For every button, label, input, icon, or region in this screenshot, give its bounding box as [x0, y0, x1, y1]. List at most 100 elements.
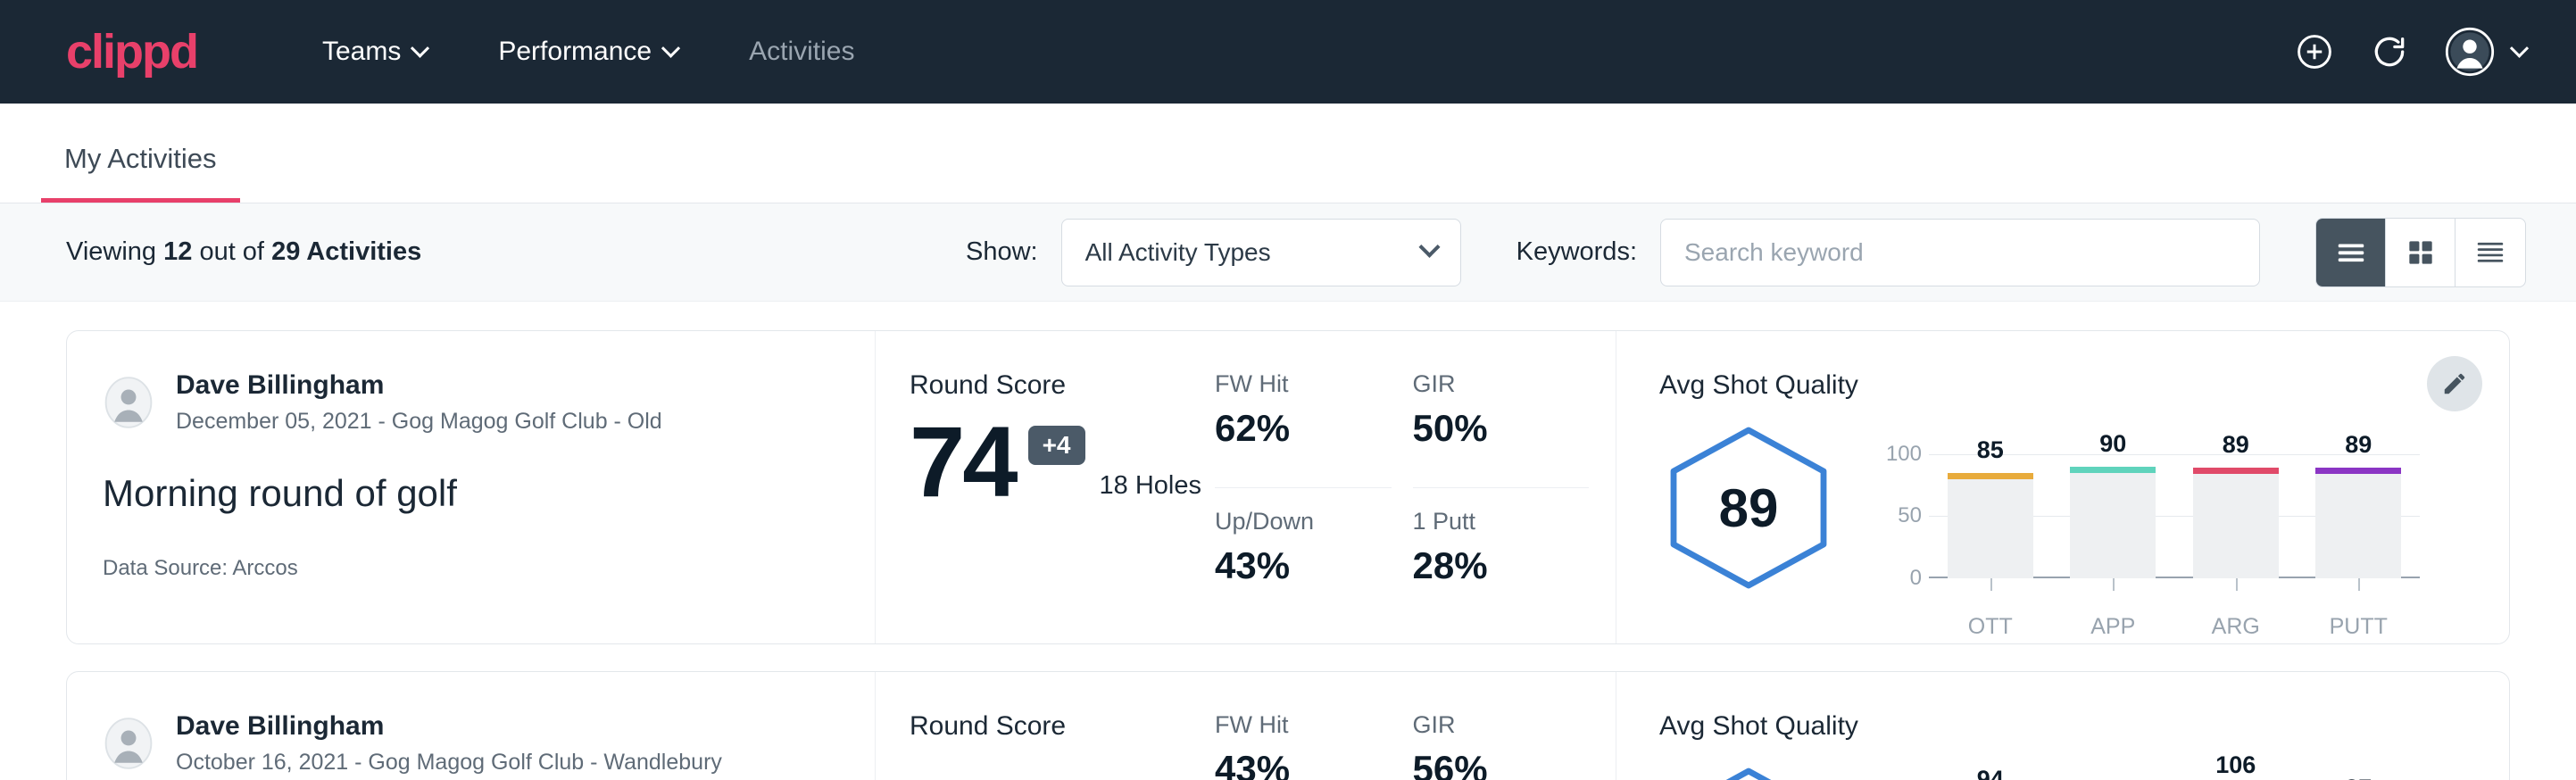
quality-hexagon: 89	[1659, 423, 1838, 593]
chart-bar-value: 90	[2070, 430, 2156, 458]
chart-bar-value: 94	[1948, 766, 2033, 780]
shot-quality-chart: 10050085908989OTTAPPARGPUTT	[1874, 423, 2420, 593]
nav-item-performance[interactable]: Performance	[462, 37, 713, 67]
quality-score: 89	[1659, 423, 1838, 593]
stat-value: 43%	[1215, 748, 1367, 780]
chart-x-ticks	[1929, 578, 2420, 591]
stat-value: 56%	[1413, 748, 1565, 780]
avg-shot-quality-block: Avg Shot Quality 89 10050085908989OTTAPP…	[1616, 331, 2509, 643]
activity-summary: Dave Billingham December 05, 2021 - Gog …	[67, 331, 876, 643]
activity-list: Dave Billingham December 05, 2021 - Gog …	[0, 302, 2576, 780]
chart-bar: 90	[2070, 436, 2156, 578]
show-label: Show:	[966, 237, 1038, 267]
view-mode-toggle	[2315, 218, 2526, 287]
chart-bar-value: 106	[2193, 751, 2279, 779]
stats-grid: FW Hit 62% GIR 50% Up/Down 43% 1 Putt 28…	[1215, 331, 1616, 643]
x-axis-tick-label: PUTT	[2315, 614, 2401, 640]
stat-up-down: Up/Down 43%	[1215, 508, 1392, 609]
activity-type-select[interactable]: All Activity Types	[1061, 219, 1461, 286]
brand-logo[interactable]: clippd	[66, 28, 197, 76]
compact-view-button[interactable]	[2456, 219, 2525, 286]
y-axis-tick: 50	[1898, 503, 1922, 528]
refresh-icon[interactable]	[2370, 32, 2409, 71]
stat-one-putt: 1 Putt 28%	[1413, 508, 1590, 609]
stat-label: FW Hit	[1215, 370, 1367, 398]
chart-bar-body	[2070, 473, 2156, 578]
round-score-block: Round Score 74 +4 18 Holes	[876, 331, 1215, 643]
activity-card[interactable]: Dave Billingham December 05, 2021 - Gog …	[66, 330, 2510, 644]
y-axis-tick: 0	[1910, 566, 1922, 591]
tab-my-activities[interactable]: My Activities	[41, 143, 240, 203]
avg-shot-quality-label: Avg Shot Quality	[1659, 711, 2420, 742]
avatar-icon	[2445, 27, 2495, 77]
nav-item-activities[interactable]: Activities	[713, 37, 890, 67]
stat-fw-hit: FW Hit 43%	[1215, 711, 1392, 780]
activity-title: Morning round of golf	[103, 472, 839, 515]
chart-bar-cap	[1948, 473, 2033, 479]
x-axis-tick-label: ARG	[2193, 614, 2279, 640]
filter-bar: Viewing 12 out of 29 Activities Show: Al…	[0, 203, 2576, 302]
keywords-group: Keywords:	[1517, 219, 2260, 286]
tab-bar: My Activities	[0, 104, 2576, 203]
quality-hexagon	[1659, 764, 1838, 780]
chart-bar: 82	[2070, 776, 2156, 780]
chart-bar-body	[1948, 479, 2033, 578]
x-axis-tick-label: APP	[2070, 614, 2156, 640]
round-score-block: Round Score	[876, 672, 1215, 780]
user-menu[interactable]	[2445, 27, 2526, 77]
stat-value: 50%	[1413, 407, 1565, 450]
viewing-total: 29 Activities	[271, 237, 421, 266]
chevron-down-icon	[411, 38, 429, 57]
stat-gir: GIR 56%	[1413, 711, 1590, 780]
chart-y-axis: 100500	[1874, 776, 1929, 780]
player-row: Dave Billingham October 16, 2021 - Gog M…	[103, 711, 839, 776]
edit-activity-button[interactable]	[2427, 356, 2482, 411]
stat-value: 43%	[1215, 544, 1367, 587]
chart-x-tick	[2113, 578, 2115, 591]
chart-bar: 89	[2193, 436, 2279, 578]
round-score-value: 74	[910, 415, 1016, 510]
chart-bar: 106	[2193, 776, 2279, 780]
activity-type-value: All Activity Types	[1085, 238, 1271, 267]
activity-summary: Dave Billingham October 16, 2021 - Gog M…	[67, 672, 876, 780]
chart-bar: 89	[2315, 436, 2401, 578]
y-axis-tick: 100	[1886, 442, 1922, 467]
nav-label-teams: Teams	[322, 37, 401, 67]
chart-x-labels: OTTAPPARGPUTT	[1929, 614, 2420, 640]
chart-plot-area: 948210687	[1929, 776, 2420, 780]
player-info: Dave Billingham December 05, 2021 - Gog …	[176, 370, 662, 435]
stat-label: FW Hit	[1215, 711, 1367, 739]
shot-quality-chart: 100500948210687OTTAPPARGPUTT	[1874, 764, 2420, 780]
stat-fw-hit: FW Hit 62%	[1215, 370, 1392, 488]
chevron-down-icon	[661, 38, 680, 57]
round-score-label: Round Score	[910, 370, 1215, 401]
chart-bar-value: 89	[2193, 431, 2279, 459]
viewing-prefix: Viewing	[66, 237, 156, 266]
search-input[interactable]	[1660, 219, 2260, 286]
chart-x-tick	[2358, 578, 2360, 591]
stats-grid: FW Hit 43% GIR 56%	[1215, 672, 1616, 780]
activity-source: Data Source: Arccos	[103, 556, 839, 581]
list-view-button[interactable]	[2316, 219, 2386, 286]
player-name: Dave Billingham	[176, 711, 722, 742]
chart-y-axis: 100500	[1874, 436, 1929, 578]
nav-item-teams[interactable]: Teams	[287, 37, 462, 67]
activity-card[interactable]: Dave Billingham October 16, 2021 - Gog M…	[66, 671, 2510, 780]
chart-plot-area: 85 90 89 89	[1929, 436, 2420, 578]
round-score-label: Round Score	[910, 711, 1215, 742]
chevron-down-icon	[2510, 38, 2529, 57]
score-differential-badge: +4	[1028, 426, 1085, 465]
stat-label: 1 Putt	[1413, 508, 1565, 535]
chart-x-tick	[1990, 578, 1992, 591]
stat-label: GIR	[1413, 370, 1565, 398]
activity-meta: December 05, 2021 - Gog Magog Golf Club …	[176, 409, 662, 435]
chart-bar: 87	[2315, 776, 2401, 780]
grid-view-button[interactable]	[2386, 219, 2456, 286]
plus-circle-icon[interactable]	[2295, 32, 2334, 71]
stat-label: GIR	[1413, 711, 1565, 739]
avatar-icon	[103, 377, 154, 428]
viewing-middle: out of	[199, 237, 264, 266]
viewing-count: 12	[163, 237, 192, 266]
chart-bar-cap	[2193, 468, 2279, 474]
chart-bar: 85	[1948, 436, 2033, 578]
